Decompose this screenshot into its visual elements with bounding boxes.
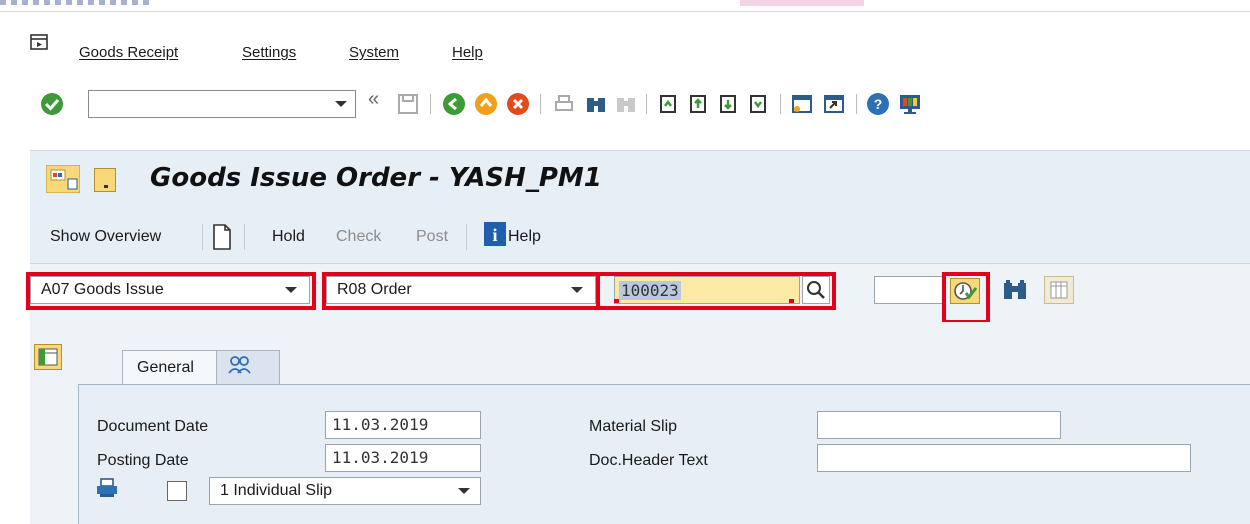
help-button[interactable]: Help xyxy=(508,228,541,246)
enter-icon[interactable] xyxy=(40,92,64,116)
svg-text:i: i xyxy=(492,225,497,245)
posting-date-label: Posting Date xyxy=(97,452,189,469)
print-version-select[interactable]: 1 Individual Slip xyxy=(209,477,481,505)
print-checkbox[interactable] xyxy=(167,481,187,501)
svg-text:?: ? xyxy=(874,96,883,112)
tab-general-label: General xyxy=(137,359,194,376)
doc-header-text-input[interactable] xyxy=(817,444,1191,472)
cancel-icon[interactable] xyxy=(506,92,530,116)
customize-icon[interactable] xyxy=(898,92,922,116)
print-icon[interactable] xyxy=(552,92,576,116)
find-icon[interactable] xyxy=(584,92,608,116)
document-date-label: Document Date xyxy=(97,418,209,435)
menu-goods-receipt[interactable]: Goods Receipt xyxy=(79,44,178,61)
check-button[interactable]: Check xyxy=(336,228,381,246)
toolbar-separator xyxy=(244,224,245,250)
collapse-toolbar-icon[interactable]: « xyxy=(368,88,392,112)
highlight-frame xyxy=(942,272,990,324)
extra-input-field[interactable] xyxy=(874,276,944,304)
hold-button[interactable]: Hold xyxy=(272,228,305,246)
prev-page-icon[interactable] xyxy=(686,92,710,116)
printer-icon[interactable] xyxy=(95,477,119,504)
shortcut-icon[interactable] xyxy=(822,92,846,116)
print-version-value: 1 Individual Slip xyxy=(220,482,333,499)
selection-row: A07 Goods Issue R08 Order 100023 xyxy=(26,264,1250,324)
chevron-down-icon[interactable] xyxy=(458,488,470,494)
dropdown-marker xyxy=(104,185,108,188)
command-field[interactable] xyxy=(88,90,356,118)
help-icon[interactable]: ? xyxy=(866,92,890,116)
title-bar: Goods Issue Order - YASH_PM1 xyxy=(30,150,1250,210)
menu-settings[interactable]: Settings xyxy=(242,44,296,61)
material-slip-input[interactable] xyxy=(817,411,1061,439)
last-page-icon[interactable] xyxy=(746,92,770,116)
show-overview-button[interactable]: Show Overview xyxy=(50,228,161,246)
tab-general[interactable]: General xyxy=(122,350,218,384)
toolbar-separator xyxy=(466,224,467,250)
menu-toggle-icon[interactable] xyxy=(30,34,50,57)
back-nav-icon[interactable] xyxy=(442,92,466,116)
binoculars-icon[interactable] xyxy=(1002,278,1028,307)
toolbar-separator xyxy=(540,94,541,114)
top-strip xyxy=(0,0,1250,12)
command-dropdown-icon[interactable] xyxy=(335,101,347,107)
first-page-icon[interactable] xyxy=(656,92,680,116)
document-date-input[interactable]: 11.03.2019 xyxy=(325,411,481,439)
transaction-dropdown-button[interactable] xyxy=(94,168,116,192)
tab-panel-general: Document Date 11.03.2019 Posting Date 11… xyxy=(78,384,1250,524)
menu-help[interactable]: Help xyxy=(452,44,483,61)
toolbar-separator xyxy=(430,94,431,114)
highlight-frame xyxy=(322,272,600,310)
find-next-icon[interactable] xyxy=(614,92,638,116)
transaction-menu-icon[interactable] xyxy=(45,164,81,198)
system-toolbar: « ? xyxy=(0,86,1250,126)
info-icon[interactable]: i xyxy=(484,222,506,251)
next-page-icon[interactable] xyxy=(716,92,740,116)
save-icon[interactable] xyxy=(396,92,420,116)
menu-system[interactable]: System xyxy=(349,44,399,61)
toolbar-separator xyxy=(202,224,203,250)
tree-toggle-icon[interactable] xyxy=(34,344,62,370)
document-date-value: 11.03.2019 xyxy=(332,415,429,434)
doc-header-text-label: Doc.Header Text xyxy=(589,452,708,469)
posting-date-input[interactable]: 11.03.2019 xyxy=(325,444,481,472)
page-title: Goods Issue Order - YASH_PM1 xyxy=(150,163,602,193)
tab-partners[interactable] xyxy=(216,350,280,384)
tab-strip-area: General Document Date 11.03.2019 Posting… xyxy=(30,322,1250,524)
create-session-icon[interactable] xyxy=(790,92,814,116)
partners-icon xyxy=(227,355,253,382)
toolbar-separator xyxy=(780,94,781,114)
menu-bar: Goods Receipt Settings System Help xyxy=(0,30,1250,70)
posting-date-value: 11.03.2019 xyxy=(332,448,429,467)
toolbar-separator xyxy=(646,94,647,114)
window-tab-fragment xyxy=(740,0,864,6)
post-button[interactable]: Post xyxy=(416,228,448,246)
window-title-fragment xyxy=(0,0,150,5)
toolbar-separator xyxy=(856,94,857,114)
highlight-frame xyxy=(596,272,836,310)
application-toolbar: Show Overview Hold Check Post i Help xyxy=(30,210,1250,264)
new-document-icon[interactable] xyxy=(212,224,232,255)
highlight-frame xyxy=(26,272,316,310)
material-slip-label: Material Slip xyxy=(589,418,678,435)
exit-icon[interactable] xyxy=(474,92,498,116)
grid-icon[interactable] xyxy=(1044,276,1074,304)
